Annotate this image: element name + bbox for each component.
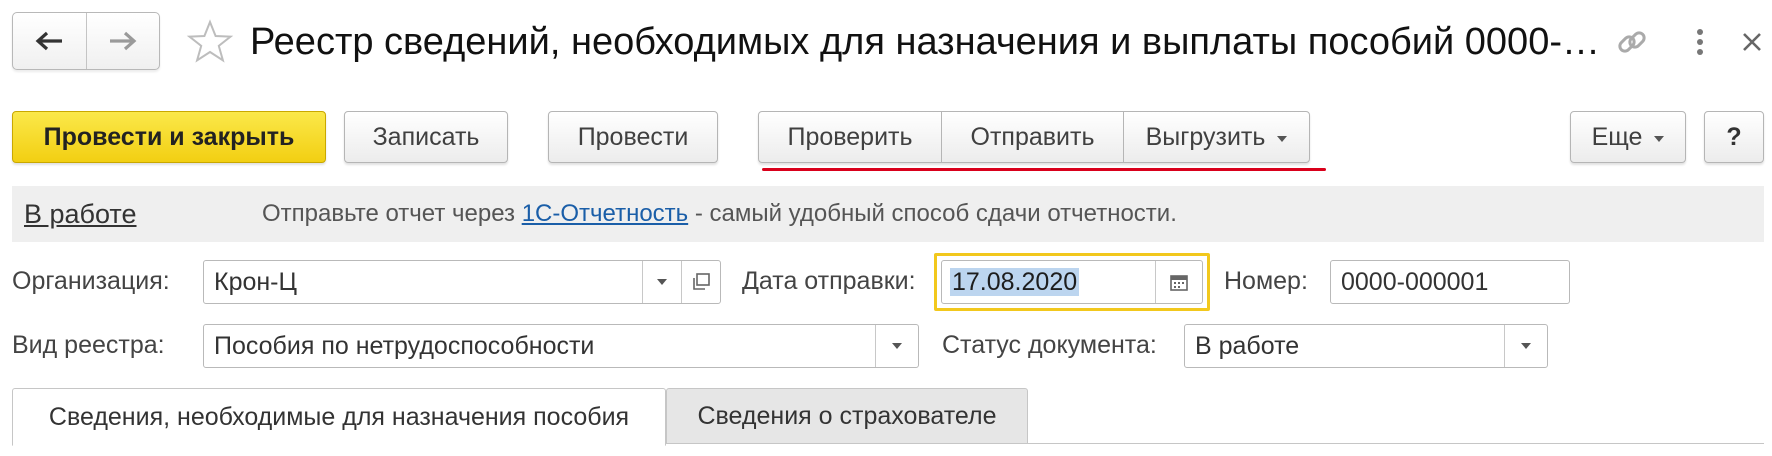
registry-type-label: Вид реестра: [12, 331, 165, 359]
send-date-label: Дата отправки: [742, 267, 916, 295]
chevron-down-icon [1654, 135, 1665, 142]
doc-status-field[interactable]: В работе [1184, 324, 1548, 368]
number-field[interactable]: 0000-000001 [1330, 260, 1570, 304]
chevron-down-icon [657, 279, 667, 285]
number-value[interactable]: 0000-000001 [1331, 268, 1569, 297]
post-and-close-button[interactable]: Провести и закрыть [12, 111, 326, 163]
favorite-star-icon[interactable] [186, 18, 234, 66]
export-label: Выгрузить [1145, 122, 1266, 151]
tab-insurer-info[interactable]: Сведения о страхователе [666, 388, 1028, 444]
doc-status-label: Статус документа: [942, 331, 1157, 359]
status-link[interactable]: В работе [24, 196, 137, 232]
hint-suffix: - самый удобный способ сдачи отчетности. [688, 200, 1177, 227]
registry-type-dropdown-button[interactable] [875, 325, 918, 367]
save-button[interactable]: Записать [344, 111, 508, 163]
check-send-export-group: Проверить Отправить Выгрузить [758, 111, 1310, 163]
organization-dropdown-button[interactable] [642, 261, 681, 303]
history-nav [12, 12, 160, 70]
organization-field[interactable]: Крон-Ц [203, 260, 721, 304]
reporting-service-link[interactable]: 1С-Отчетность [522, 200, 688, 227]
more-label: Еще [1591, 122, 1643, 151]
organization-label: Организация: [12, 267, 170, 295]
send-button[interactable]: Отправить [941, 112, 1123, 162]
send-date-value[interactable]: 17.08.2020 [950, 267, 1080, 296]
open-form-icon [693, 273, 710, 290]
more-vertical-icon[interactable] [1685, 26, 1715, 58]
chevron-down-icon [1521, 343, 1531, 349]
post-button[interactable]: Провести [548, 111, 718, 163]
chevron-down-icon [1277, 135, 1288, 142]
arrow-right-icon [109, 31, 137, 51]
organization-value[interactable]: Крон-Ц [204, 268, 642, 297]
close-icon[interactable] [1738, 28, 1766, 56]
registry-type-field[interactable]: Пособия по нетрудоспособности [203, 324, 919, 368]
number-label: Номер: [1224, 267, 1308, 295]
forward-button[interactable] [85, 13, 160, 69]
reporting-hint: Отправьте отчет через 1С-Отчетность - са… [262, 198, 1177, 230]
send-date-field[interactable]: 17.08.2020 [941, 260, 1203, 304]
organization-open-button[interactable] [681, 261, 720, 303]
tab-benefit-info[interactable]: Сведения, необходимые для назначения пос… [12, 388, 666, 446]
registry-type-value[interactable]: Пособия по нетрудоспособности [204, 332, 875, 361]
calendar-icon [1170, 275, 1188, 291]
more-dropdown-button[interactable]: Еще [1570, 111, 1686, 163]
back-button[interactable] [13, 13, 86, 69]
window-title: Реестр сведений, необходимых для назначе… [250, 21, 1600, 63]
annotation-underline [762, 168, 1326, 171]
link-icon[interactable] [1614, 24, 1650, 60]
hint-prefix: Отправьте отчет через [262, 200, 522, 227]
send-date-value-wrap: 17.08.2020 [942, 267, 1155, 297]
doc-status-value[interactable]: В работе [1185, 332, 1504, 361]
check-button[interactable]: Проверить [759, 112, 941, 162]
export-dropdown-button[interactable]: Выгрузить [1123, 112, 1309, 162]
chevron-down-icon [892, 343, 902, 349]
arrow-left-icon [35, 31, 63, 51]
doc-status-dropdown-button[interactable] [1504, 325, 1547, 367]
calendar-button[interactable] [1155, 261, 1202, 303]
help-button[interactable]: ? [1704, 111, 1764, 163]
